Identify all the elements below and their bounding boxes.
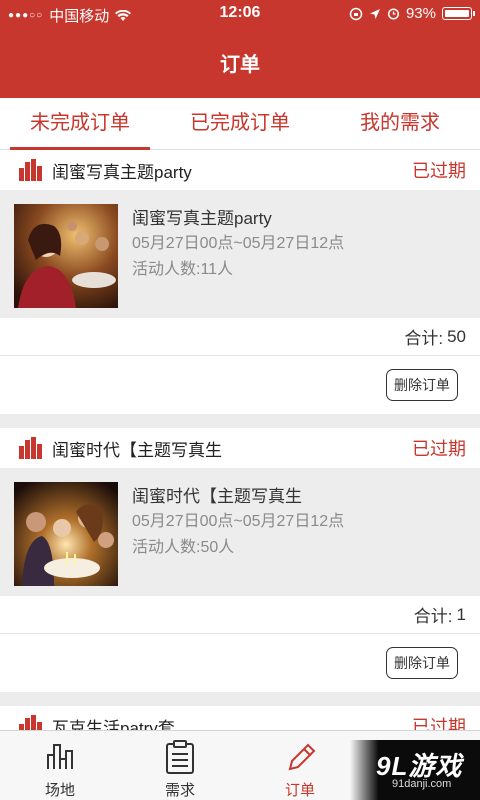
- delete-order-button[interactable]: 删除订单: [386, 369, 458, 401]
- tabbar-label: 场地: [44, 782, 75, 799]
- total-label: 合计:: [404, 329, 444, 348]
- battery-icon: [442, 7, 475, 20]
- order-total: 合计: 1: [0, 596, 480, 634]
- order-header: 闺蜜时代【主题写真生 已过期: [0, 428, 480, 468]
- order-card: 瓦克生活patry套 已过期: [0, 706, 480, 730]
- battery-percent: 93%: [405, 5, 436, 22]
- order-actions: 删除订单: [0, 634, 480, 692]
- order-title: 闺蜜时代【主题写真生: [132, 487, 302, 506]
- order-list[interactable]: 闺蜜写真主题party 已过期 闺蜜写真主题party 05月27日00点~05…: [0, 150, 480, 730]
- location-icon: [369, 8, 380, 19]
- order-title: 闺蜜写真主题party: [132, 209, 272, 228]
- shop-icon: [19, 437, 42, 459]
- order-status: 已过期: [412, 717, 466, 730]
- shop-name[interactable]: 瓦克生活patry套: [52, 714, 412, 731]
- event-photo: [14, 482, 118, 586]
- watermark-url: 91danji.com: [392, 778, 452, 790]
- tab-completed-orders[interactable]: 已完成订单: [160, 98, 320, 149]
- order-info: 闺蜜写真主题party 05月27日00点~05月27日12点 活动人数:11人: [132, 204, 344, 304]
- total-value: 1: [456, 604, 466, 624]
- order-total: 合计: 50: [0, 318, 480, 356]
- tabbar-item-venue[interactable]: 场地: [0, 731, 120, 800]
- shop-icon: [19, 715, 42, 730]
- participant-count: 活动人数:50人: [132, 539, 235, 556]
- order-actions: 删除订单: [0, 356, 480, 414]
- page-title: 订单: [220, 54, 260, 76]
- order-time: 05月27日00点~05月27日12点: [132, 513, 345, 530]
- alarm-icon: [387, 8, 400, 20]
- app-header: ●●●○○ 中国移动 12:06 93% 订单: [0, 0, 480, 98]
- order-status: 已过期: [412, 439, 466, 459]
- tabbar-label: 订单: [284, 782, 315, 799]
- shop-name[interactable]: 闺蜜时代【主题写真生: [52, 436, 412, 461]
- delete-order-button[interactable]: 删除订单: [386, 647, 458, 679]
- order-card: 闺蜜时代【主题写真生 已过期 闺蜜时代【主题写真生 05月27日00点~05月2…: [0, 428, 480, 692]
- tabbar-item-requests[interactable]: 需求: [120, 731, 240, 800]
- order-detail[interactable]: 闺蜜时代【主题写真生 05月27日00点~05月27日12点 活动人数:50人: [0, 468, 480, 596]
- tabbar-label: 需求: [164, 782, 195, 799]
- order-info: 闺蜜时代【主题写真生 05月27日00点~05月27日12点 活动人数:50人: [132, 482, 344, 582]
- rotation-lock-icon: [349, 7, 363, 20]
- shop-icon: [19, 159, 42, 181]
- order-card: 闺蜜写真主题party 已过期 闺蜜写真主题party 05月27日00点~05…: [0, 150, 480, 414]
- event-photo: [14, 204, 118, 308]
- shop-name[interactable]: 闺蜜写真主题party: [52, 158, 412, 183]
- order-header: 瓦克生活patry套 已过期: [0, 706, 480, 730]
- order-header: 闺蜜写真主题party 已过期: [0, 150, 480, 190]
- participant-count: 活动人数:11人: [132, 261, 234, 278]
- total-label: 合计:: [413, 607, 453, 626]
- order-detail[interactable]: 闺蜜写真主题party 05月27日00点~05月27日12点 活动人数:11人: [0, 190, 480, 318]
- total-value: 50: [447, 326, 466, 346]
- tabbar-item-orders[interactable]: 订单: [240, 731, 360, 800]
- tab-incomplete-orders[interactable]: 未完成订单: [0, 98, 160, 150]
- order-time: 05月27日00点~05月27日12点: [132, 235, 345, 252]
- order-status: 已过期: [412, 161, 466, 181]
- order-tabs: 未完成订单 已完成订单 我的需求: [0, 98, 480, 150]
- watermark-logo: 9L游戏 91danji.com: [350, 740, 480, 800]
- venue-icon: [47, 744, 73, 769]
- tab-my-requests[interactable]: 我的需求: [320, 98, 480, 149]
- status-right: 93%: [349, 5, 475, 22]
- status-bar: ●●●○○ 中国移动 12:06 93%: [0, 0, 480, 28]
- pencil-icon: [288, 743, 316, 771]
- clipboard-icon: [166, 740, 194, 774]
